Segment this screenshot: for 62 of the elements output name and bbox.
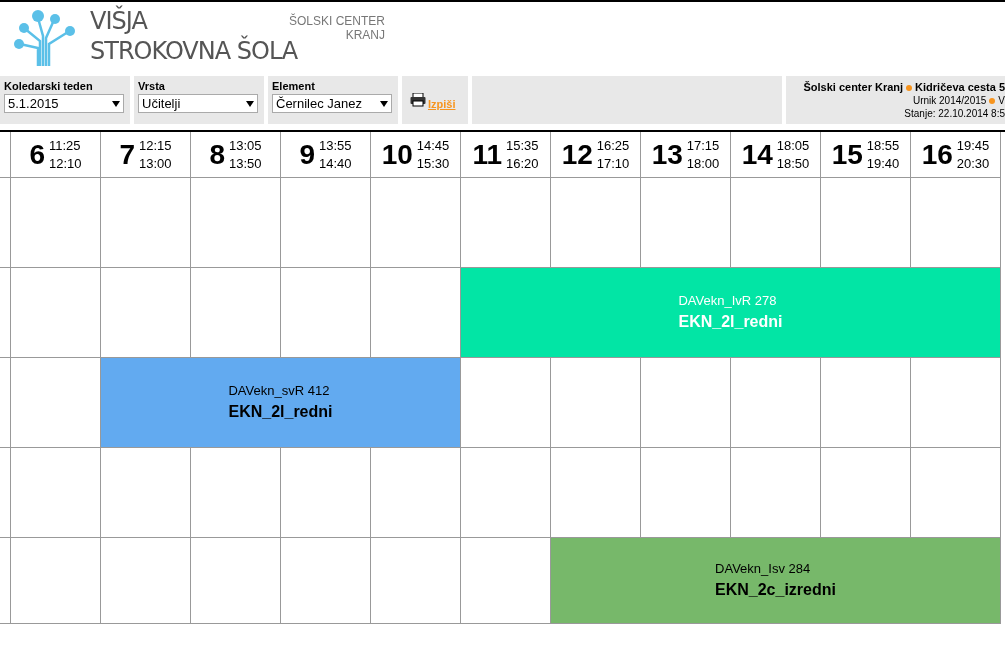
filter-label: Vrsta: [138, 80, 166, 92]
period-end: 17:10: [596, 154, 630, 173]
period-end: 18:00: [686, 154, 720, 173]
period-start: 17:15: [686, 136, 720, 155]
printer-icon[interactable]: [410, 93, 426, 107]
filter-label: Element: [272, 80, 316, 92]
period-number: 10: [381, 137, 413, 172]
group-name: EKN_2l_redni: [678, 311, 783, 332]
period-number: 12: [561, 137, 593, 172]
center-name: ŠOLSKI CENTER: [288, 14, 385, 28]
period-end: 18:50: [776, 154, 810, 173]
group-name: EKN_2c_izredni: [715, 579, 836, 600]
period-start: 11:25: [49, 136, 82, 155]
period-number: 6: [29, 137, 45, 172]
period-number: 8: [209, 137, 225, 172]
center-name: KRANJ: [345, 28, 385, 42]
school-name: STROKOVNA ŠOLA: [90, 36, 298, 66]
period-start: 14:45: [416, 136, 450, 155]
period-start: 13:05: [229, 136, 262, 155]
filter-label: Koledarski teden: [4, 80, 94, 92]
group-name: EKN_2l_redni: [228, 401, 333, 422]
caret-icon: [380, 100, 388, 107]
period-number: 16: [921, 137, 953, 172]
period-number: 13: [651, 137, 683, 172]
period-number: 7: [119, 137, 135, 172]
filter-select[interactable]: 5.1.2015: [4, 94, 124, 113]
period-end: 20:30: [956, 154, 990, 173]
info-text: Stanje: 22.10.2014 8:5: [904, 107, 1005, 119]
period-start: 16:25: [596, 136, 630, 155]
info-text: Urnik 2014/2015: [912, 94, 987, 106]
period-number: 9: [299, 137, 315, 172]
room-number: 284: [788, 560, 811, 576]
period-end: 13:00: [139, 154, 172, 173]
period-number: 14: [741, 137, 773, 172]
room-number: 412: [307, 382, 330, 398]
period-start: 12:15: [139, 136, 172, 155]
info-text: Kidričeva cesta 5: [915, 80, 1005, 93]
info-text: V: [998, 94, 1005, 106]
caret-icon: [112, 100, 120, 107]
caret-icon: [246, 100, 254, 107]
subject-code: DAVekn_IvR: [678, 292, 752, 308]
period-start: 19:45: [956, 136, 990, 155]
period-end: 14:40: [319, 154, 352, 173]
period-end: 15:30: [416, 154, 450, 173]
filter-select[interactable]: Černilec Janez: [272, 94, 392, 113]
room-number: 278: [754, 292, 777, 308]
lesson-block[interactable]: DAVekn_Isv 284 EKN_2c_izredni: [551, 538, 1001, 624]
period-end: 13:50: [229, 154, 262, 173]
period-end: 19:40: [866, 154, 900, 173]
period-number: 11: [472, 137, 503, 172]
subject-code: DAVekn_svR: [228, 382, 305, 398]
period-start: 15:35: [506, 136, 539, 155]
period-end: 12:10: [49, 154, 82, 173]
period-end: 16:20: [506, 154, 539, 173]
period-start: 18:55: [866, 136, 900, 155]
period-start: 18:05: [776, 136, 810, 155]
subject-code: DAVekn_Isv: [715, 560, 785, 576]
period-start: 13:55: [319, 136, 352, 155]
lesson-block[interactable]: DAVekn_svR 412 EKN_2l_redni: [101, 358, 461, 448]
period-number: 15: [831, 137, 863, 172]
info-text: Šolski center Kranj: [803, 80, 904, 93]
filter-select[interactable]: Učitelji: [138, 94, 258, 113]
